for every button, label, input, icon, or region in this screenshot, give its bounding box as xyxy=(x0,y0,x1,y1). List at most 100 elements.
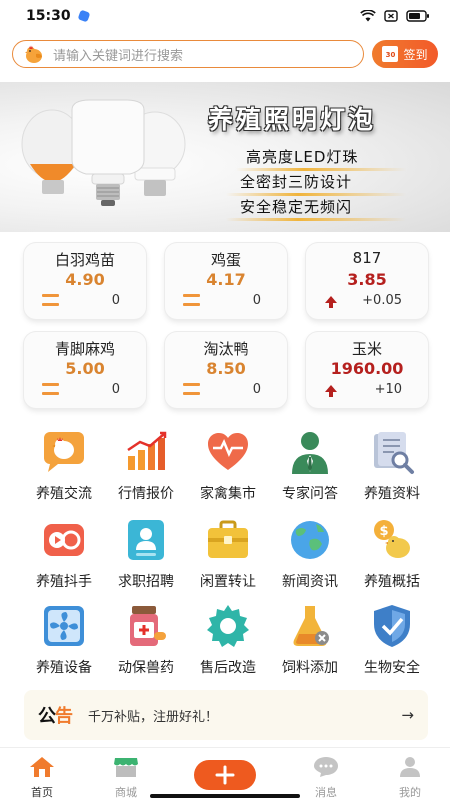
grid-item[interactable]: 专家问答 xyxy=(268,428,352,508)
grid-item-label: 求职招聘 xyxy=(118,574,174,590)
price-card-change: 0 xyxy=(252,382,261,397)
search-input[interactable]: 请输入关键词进行搜索 xyxy=(12,40,364,68)
price-card-change: +0.05 xyxy=(362,293,402,308)
notice-badge-second: 告 xyxy=(55,706,73,727)
price-card-value: 1960.00 xyxy=(330,359,404,378)
price-card-value: 5.00 xyxy=(65,359,105,378)
shield-icon xyxy=(374,605,410,647)
grid-item[interactable]: 家禽集市 xyxy=(186,428,270,508)
grid-item-label: 家禽集市 xyxy=(200,486,256,502)
tab-shop[interactable]: 商城 xyxy=(96,756,156,800)
grid-item[interactable]: 养殖资料 xyxy=(350,428,434,508)
price-card[interactable]: 淘汰鸭 8.50 0 xyxy=(165,332,287,408)
equal-icon xyxy=(183,383,200,395)
medicine-icon xyxy=(130,606,166,646)
tab-messages[interactable]: 消息 xyxy=(296,756,356,800)
price-card[interactable]: 玉米 1960.00 +10 xyxy=(306,332,428,408)
notice-badge: 公告 xyxy=(38,702,73,728)
grid-item[interactable]: 求职招聘 xyxy=(104,516,188,596)
bulbs-image xyxy=(21,99,186,206)
grid-item-label: 饲料添加 xyxy=(282,660,338,676)
price-card-name: 淘汰鸭 xyxy=(203,340,249,358)
document-search-icon xyxy=(374,432,414,474)
wifi-icon xyxy=(360,10,376,22)
grid-item[interactable]: 养殖抖手 xyxy=(22,516,106,596)
search-placeholder: 请输入关键词进行搜索 xyxy=(53,48,184,64)
banner-ad[interactable]: 养殖照明灯泡 高亮度LED灯珠 全密封三防设计 安全稳定无频闪 xyxy=(0,82,450,232)
banner-feature: 全密封三防设计 xyxy=(240,173,353,191)
grid-item-label: 养殖设备 xyxy=(36,660,92,676)
tab-profile[interactable]: 我的 xyxy=(380,756,440,800)
price-card[interactable]: 白羽鸡苗 4.90 0 xyxy=(24,243,146,319)
notice-badge-first: 公 xyxy=(38,706,56,727)
message-icon xyxy=(314,757,338,777)
home-icon xyxy=(30,757,54,777)
signin-button[interactable]: 30 签到 xyxy=(372,40,438,68)
equal-icon xyxy=(42,383,59,395)
briefcase-icon xyxy=(208,520,248,558)
grid-item[interactable]: 行情报价 xyxy=(104,428,188,508)
grid-item[interactable]: 养殖交流 xyxy=(22,428,106,508)
grid-item-label: 养殖资料 xyxy=(364,486,420,502)
equal-icon xyxy=(183,294,200,306)
signin-label: 签到 xyxy=(403,47,428,62)
plus-icon xyxy=(215,765,235,785)
grid-item[interactable]: 饲料添加 xyxy=(268,602,352,682)
price-card-name: 817 xyxy=(352,249,382,267)
banner-feature: 高亮度LED灯珠 xyxy=(246,148,359,166)
price-card-value: 4.90 xyxy=(65,270,105,289)
grid-item-label: 售后改造 xyxy=(200,660,256,676)
price-card-name: 青脚麻鸡 xyxy=(54,340,115,358)
money-chick-icon: $ xyxy=(374,520,410,558)
price-card[interactable]: 青脚麻鸡 5.00 0 xyxy=(24,332,146,408)
arrow-up-icon xyxy=(324,383,338,402)
price-card[interactable]: 817 3.85 +0.05 xyxy=(306,243,428,319)
chicken-logo-icon xyxy=(25,45,42,63)
id-card-icon xyxy=(128,520,164,560)
grid-item-label: 行情报价 xyxy=(118,486,174,502)
notice-bar[interactable]: 公告 千万补贴，注册好礼！ → xyxy=(24,690,428,740)
price-card-value: 8.50 xyxy=(206,359,246,378)
grid-item[interactable]: 售后改造 xyxy=(186,602,270,682)
svg-text:$: $ xyxy=(379,524,388,539)
banner-underline xyxy=(226,218,406,221)
tab-messages-label: 消息 xyxy=(315,786,337,799)
search-row: 请输入关键词进行搜索 30 签到 xyxy=(12,40,438,68)
tab-shop-label: 商城 xyxy=(115,786,137,799)
price-card[interactable]: 鸡蛋 4.17 0 xyxy=(165,243,287,319)
notice-text: 千万补贴，注册好礼！ xyxy=(88,709,219,725)
grid-item[interactable]: 生物安全 xyxy=(350,602,434,682)
chat-chicken-icon xyxy=(44,432,84,472)
price-card-change: +10 xyxy=(374,382,402,397)
tab-profile-label: 我的 xyxy=(399,786,421,799)
grid-item[interactable]: 动保兽药 xyxy=(104,602,188,682)
gear-icon xyxy=(207,605,249,647)
price-card-name: 鸡蛋 xyxy=(210,251,241,269)
flask-icon xyxy=(293,606,329,646)
grid-item[interactable]: $ 养殖概括 xyxy=(350,516,434,596)
expert-icon xyxy=(292,432,328,474)
tab-bar: 首页 商城 消息 我的 xyxy=(0,747,450,800)
grid-item[interactable]: 养殖设备 xyxy=(22,602,106,682)
grid-item-label: 生物安全 xyxy=(364,660,420,676)
grid-item-label: 养殖抖手 xyxy=(36,574,92,590)
price-card-change: 0 xyxy=(111,293,120,308)
equal-icon xyxy=(42,294,59,306)
calendar-icon: 30 xyxy=(382,46,399,62)
price-card-change: 0 xyxy=(111,382,120,397)
video-icon xyxy=(44,524,84,556)
fan-icon xyxy=(44,606,84,646)
status-icons xyxy=(360,10,430,22)
banner-feature: 安全稳定无频闪 xyxy=(240,198,353,216)
grid-item[interactable]: 闲置转让 xyxy=(186,516,270,596)
publish-button[interactable] xyxy=(194,760,256,790)
banner-title: 养殖照明灯泡 xyxy=(208,105,377,134)
heart-market-icon xyxy=(208,433,248,470)
status-bar: 15:30 xyxy=(0,0,450,32)
arrow-right-icon[interactable]: → xyxy=(401,706,414,724)
home-indicator xyxy=(150,794,300,798)
price-card-change: 0 xyxy=(252,293,261,308)
grid-item[interactable]: 新闻资讯 xyxy=(268,516,352,596)
grid-item-label: 动保兽药 xyxy=(118,660,174,676)
tab-home[interactable]: 首页 xyxy=(12,756,72,800)
